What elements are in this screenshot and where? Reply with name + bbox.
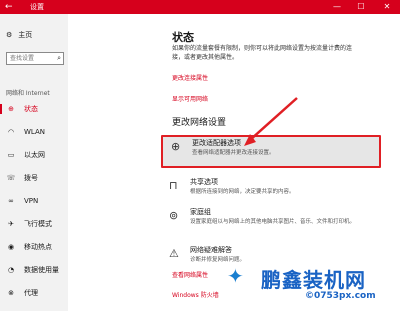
arrow-shaft bbox=[249, 97, 298, 141]
brand-logo-icon: ✦ bbox=[227, 264, 244, 288]
brand-name: 鹏鑫装机网 bbox=[261, 268, 366, 292]
brand-url: ©0753px.com bbox=[305, 291, 376, 301]
watermark: ✦ 鹏鑫装机网 ©0753px.com bbox=[225, 260, 397, 308]
